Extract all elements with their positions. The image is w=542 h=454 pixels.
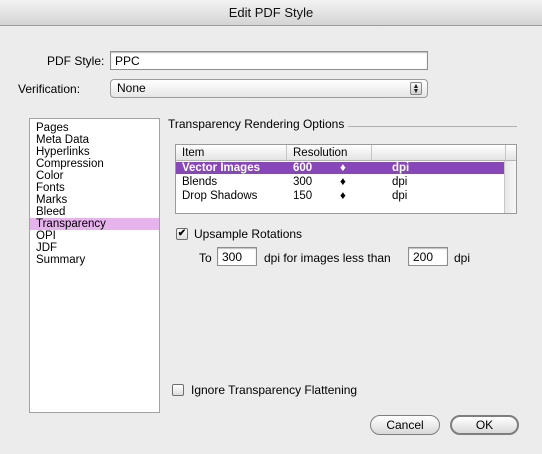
ok-button[interactable]: OK — [450, 415, 519, 435]
table-row[interactable]: Drop Shadows 150 ♦ dpi — [176, 190, 506, 202]
category-item[interactable]: Meta Data — [30, 134, 159, 146]
window-title: Edit PDF Style — [0, 0, 542, 26]
table-scrollbar[interactable] — [504, 161, 516, 213]
stepper-arrows-icon[interactable]: ♦ — [340, 190, 346, 202]
popup-arrows-icon: ▲ ▼ — [410, 82, 422, 95]
ignore-flattening-checkbox[interactable] — [172, 384, 184, 396]
stepper-arrows-icon[interactable]: ♦ — [340, 176, 346, 188]
upsample-less-field[interactable]: 200 — [408, 247, 448, 266]
category-item[interactable]: Compression — [30, 158, 159, 170]
row-item-label: Drop Shadows — [182, 190, 258, 202]
row-resolution-value: 600 — [293, 162, 313, 174]
row-resolution-value: 300 — [293, 176, 313, 188]
category-item[interactable]: Color — [30, 170, 159, 182]
category-item[interactable]: JDF — [30, 242, 159, 254]
column-header-corner — [506, 145, 516, 161]
column-header-item[interactable]: Item — [176, 145, 287, 161]
row-unit-label: dpi — [392, 162, 410, 174]
upsample-checkbox[interactable]: ✔ — [176, 228, 188, 240]
column-header-blank — [372, 145, 506, 161]
verification-popup[interactable]: None ▲ ▼ — [110, 79, 428, 98]
category-item[interactable]: Marks — [30, 194, 159, 206]
row-item-label: Vector Images — [182, 162, 260, 174]
upsample-to-field[interactable]: 300 — [217, 247, 257, 266]
table-row[interactable]: Blends 300 ♦ dpi — [176, 176, 506, 188]
ignore-flattening-label: Ignore Transparency Flattening — [191, 383, 358, 397]
row-unit-label: dpi — [392, 176, 408, 188]
category-item[interactable]: Fonts — [30, 182, 159, 194]
pdf-style-field[interactable]: PPC — [110, 51, 428, 70]
category-item[interactable]: Pages — [30, 122, 159, 134]
column-header-resolution[interactable]: Resolution — [287, 145, 372, 161]
verification-value: None — [117, 81, 146, 95]
checkmark-icon: ✔ — [177, 228, 187, 239]
group-title: Transparency Rendering Options — [168, 116, 349, 132]
stepper-arrows-icon[interactable]: ♦ — [340, 162, 346, 174]
category-item[interactable]: Bleed — [30, 206, 159, 218]
pdf-style-label: PDF Style: — [47, 54, 105, 68]
row-resolution-value: 150 — [293, 190, 313, 202]
row-item-label: Blends — [182, 176, 218, 188]
dpi-less-than-label: dpi for images less than — [264, 251, 391, 265]
cancel-button[interactable]: Cancel — [370, 415, 440, 435]
category-list[interactable]: Pages Meta Data Hyperlinks Compression Color… — [29, 118, 160, 413]
resolution-table[interactable]: Item Resolution Vector Images 600 ♦ dpi Blen… — [175, 144, 517, 214]
category-item[interactable]: OPI — [30, 230, 159, 242]
to-label: To — [199, 251, 212, 265]
category-item[interactable]: Transparency — [30, 218, 159, 230]
category-item[interactable]: Hyperlinks — [30, 146, 159, 158]
category-item[interactable]: Summary — [30, 254, 159, 266]
verification-label: Verification: — [18, 82, 81, 96]
upsample-label: Upsample Rotations — [194, 227, 303, 241]
table-row[interactable]: Vector Images 600 ♦ dpi — [176, 162, 506, 174]
row-unit-label: dpi — [392, 190, 408, 202]
dpi-unit-label: dpi — [454, 251, 471, 265]
